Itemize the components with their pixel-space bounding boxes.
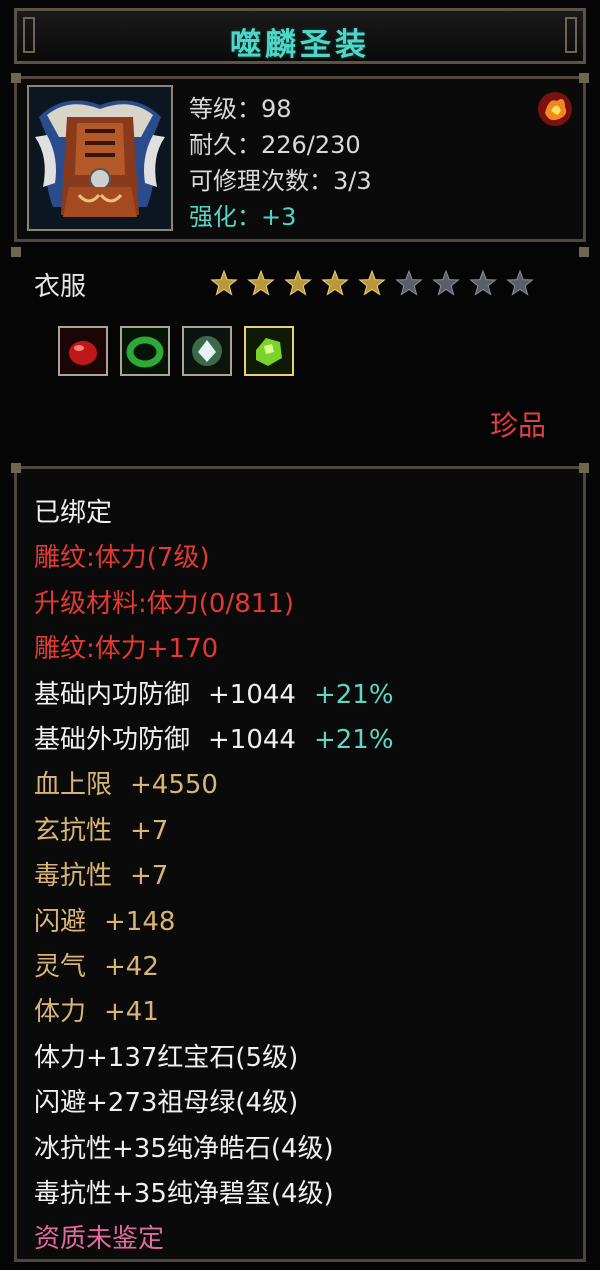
attribute-percent: +21% [313, 679, 394, 710]
fire-element-icon [535, 89, 575, 129]
item-header-panel: 等级：98 耐久：226/230 可修理次数：3/3 强化：+3 [11, 73, 589, 242]
star-empty-icon [395, 269, 423, 296]
enhance-value: +3 [261, 203, 297, 231]
star-empty-icon [432, 269, 460, 296]
attribute-line: 雕纹:体力(7级) [34, 537, 210, 574]
item-title: 噬麟圣装 [230, 27, 370, 63]
repair-label: 可修理次数： [189, 167, 333, 195]
jade-ring-icon[interactable] [120, 326, 170, 376]
attribute-name: 毒抗性 [34, 861, 113, 892]
attribute-name: 雕纹:体力+170 [34, 634, 219, 665]
star-filled-icon [210, 269, 238, 296]
attribute-name: 灵气 [34, 952, 87, 982]
attribute-name: 已绑定 [34, 498, 113, 528]
attribute-line: 血上限 +4550 [34, 764, 218, 801]
attribute-name: 毒抗性+35纯净碧玺(4级) [34, 1179, 334, 1209]
title-bar: 噬麟圣装 [14, 8, 586, 64]
attribute-line: 闪避 +148 [34, 901, 175, 938]
rarity-label: 珍品 [490, 409, 547, 442]
attribute-value: +7 [130, 815, 169, 846]
attribute-line: 体力 +41 [34, 991, 159, 1028]
level-label: 等级： [189, 95, 261, 123]
attribute-line: 毒抗性 +7 [34, 855, 168, 892]
durability-value: 226/230 [261, 131, 361, 159]
attribute-line: 玄抗性 +7 [34, 810, 168, 847]
attribute-value: +1044 [208, 725, 296, 755]
attribute-line: 灵气 +42 [34, 946, 159, 983]
attribute-value: +7 [130, 861, 169, 892]
level-value: 98 [261, 95, 292, 123]
enhance-label: 强化： [189, 203, 261, 231]
attribute-line: 体力+137红宝石(5级) [34, 1037, 298, 1074]
item-category: 衣服 [34, 272, 87, 302]
attribute-name: 玄抗性 [34, 815, 113, 846]
attribute-value: +1044 [208, 679, 296, 710]
star-filled-icon [284, 269, 312, 296]
attribute-name: 基础外功防御 [34, 725, 191, 755]
red-gem-icon[interactable] [58, 326, 108, 376]
attribute-line: 资质未鉴定 [34, 1218, 164, 1255]
green-gem-icon[interactable] [244, 326, 294, 376]
attribute-value: +41 [104, 997, 159, 1028]
attribute-name: 雕纹:体力(7级) [34, 543, 210, 574]
attribute-name: 闪避 [34, 906, 87, 937]
star-filled-icon [247, 269, 275, 296]
star-empty-icon [506, 269, 534, 296]
white-crystal-icon[interactable] [182, 326, 232, 376]
attribute-name: 升级材料:体力(0/811) [34, 588, 294, 619]
attribute-name: 基础内功防御 [34, 679, 191, 710]
attribute-line: 雕纹:体力+170 [34, 628, 218, 665]
attribute-line: 升级材料:体力(0/811) [34, 583, 294, 620]
attribute-value: +148 [104, 906, 176, 937]
durability-stat: 耐久：226/230 [189, 125, 361, 160]
attribute-name: 资质未鉴定 [34, 1224, 165, 1255]
attribute-line: 冰抗性+35纯净皓石(4级) [34, 1128, 334, 1165]
attribute-name: 体力+137红宝石(5级) [34, 1042, 299, 1073]
durability-label: 耐久： [189, 131, 261, 159]
attribute-value: +4550 [130, 770, 218, 801]
attribute-line: 已绑定 [34, 492, 112, 529]
star-rating [210, 269, 534, 296]
attribute-name: 闪避+273祖母绿(4级) [34, 1088, 299, 1119]
item-armor-icon [27, 85, 173, 231]
attribute-line: 基础内功防御 +1044 +21% [34, 674, 394, 711]
item-tooltip: 噬麟圣装 等级：98 耐久：226/230 可修理次数：3/3 强化：+3 衣服… [0, 0, 600, 1270]
repair-stat: 可修理次数：3/3 [189, 161, 372, 196]
enhance-stat: 强化：+3 [189, 197, 296, 232]
level-stat: 等级：98 [189, 89, 292, 124]
attribute-line: 毒抗性+35纯净碧玺(4级) [34, 1173, 334, 1210]
attribute-percent: +21% [313, 725, 394, 755]
attribute-name: 冰抗性+35纯净皓石(4级) [34, 1133, 334, 1164]
star-filled-icon [321, 269, 349, 296]
attribute-value: +42 [104, 952, 159, 982]
star-filled-icon [358, 269, 386, 296]
star-empty-icon [469, 269, 497, 296]
attribute-line: 基础外功防御 +1044 +21% [34, 719, 394, 756]
attribute-line: 闪避+273祖母绿(4级) [34, 1082, 298, 1119]
attribute-name: 体力 [34, 997, 87, 1028]
attribute-name: 血上限 [34, 770, 113, 801]
repair-value: 3/3 [333, 167, 372, 195]
